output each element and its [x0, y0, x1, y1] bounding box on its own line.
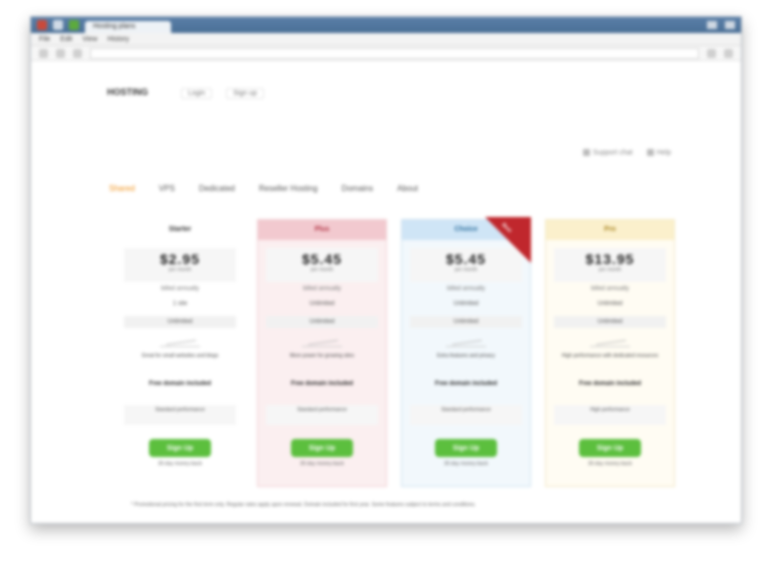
- plan-row: Unlimited: [597, 301, 623, 307]
- billing-note: billed annually: [302, 286, 342, 292]
- plan-row: Unlimited: [124, 316, 236, 328]
- plan-highlight: Free domain included: [434, 381, 497, 387]
- maximize-window-icon[interactable]: [69, 20, 79, 30]
- support-chat-link[interactable]: Support chat: [582, 149, 633, 157]
- billing-note: billed annually: [160, 286, 200, 292]
- nav-item-domains[interactable]: Domains: [342, 184, 374, 193]
- signup-button[interactable]: Sign Up: [291, 439, 353, 457]
- price-box: $5.45 per month: [266, 248, 378, 282]
- help-icon: [646, 149, 654, 156]
- signup-link[interactable]: Sign up: [226, 88, 264, 99]
- plan-description: More power for growing sites: [289, 353, 355, 359]
- performance-graph-icon: [160, 332, 200, 347]
- best-value-ribbon: [485, 217, 531, 263]
- cta-note: 30-day money-back: [158, 461, 202, 467]
- price-suffix: per month: [168, 267, 192, 273]
- price-suffix: per month: [598, 267, 622, 273]
- plan-description: High performance with dedicated resource…: [561, 353, 659, 359]
- reload-icon[interactable]: [73, 48, 82, 58]
- browser-toolbar: [31, 46, 741, 61]
- plan-price: $13.95: [585, 251, 635, 267]
- price-suffix: per month: [454, 267, 478, 273]
- plan-description: Great for small websites and blogs: [141, 353, 219, 359]
- price-box: $2.95 per month: [124, 248, 236, 282]
- menu-item[interactable]: File: [39, 36, 50, 43]
- cta-note: 30-day money-back: [444, 461, 488, 467]
- page-content: HOSTING Login Sign up Support chat Help …: [31, 61, 741, 523]
- settings-icon[interactable]: [724, 48, 733, 58]
- performance-graph-icon: [302, 332, 342, 347]
- signup-button[interactable]: Sign Up: [435, 439, 497, 457]
- price-box: $13.95 per month: [554, 248, 666, 282]
- plan-feature: Standard performance: [266, 405, 378, 425]
- plan-row: Unlimited: [309, 301, 335, 307]
- plan-feature: Standard performance: [124, 405, 236, 425]
- help-link[interactable]: Help: [646, 149, 671, 157]
- plan-row: Unlimited: [554, 316, 666, 328]
- cta-note: 30-day money-back: [300, 461, 344, 467]
- main-nav: Shared VPS Dedicated Reseller Hosting Do…: [109, 184, 418, 193]
- plan-row: Unlimited: [266, 316, 378, 328]
- minimize-window-icon[interactable]: [53, 20, 63, 30]
- plan-row: 1 site: [172, 301, 188, 307]
- top-right-links: Support chat Help: [582, 149, 671, 157]
- plan-highlight: Free domain included: [290, 381, 353, 387]
- nav-item-about[interactable]: About: [397, 184, 418, 193]
- forward-icon[interactable]: [56, 48, 65, 58]
- plan-card-starter: Starter $2.95 per month billed annually …: [115, 219, 245, 487]
- cta-note: 30-day money-back: [588, 461, 632, 467]
- signup-button[interactable]: Sign Up: [149, 439, 211, 457]
- pricing-plans: Starter $2.95 per month billed annually …: [115, 217, 675, 489]
- nav-item-reseller[interactable]: Reseller Hosting: [259, 184, 318, 193]
- browser-tab[interactable]: Hosting plans: [85, 21, 171, 33]
- performance-graph-icon: [446, 332, 486, 347]
- plan-card-pro: Pro $13.95 per month billed annually Unl…: [545, 219, 675, 487]
- address-bar[interactable]: [90, 47, 699, 59]
- nav-item-dedicated[interactable]: Dedicated: [199, 184, 235, 193]
- window-control-icon[interactable]: [707, 21, 717, 29]
- plan-highlight: Free domain included: [148, 381, 211, 387]
- plan-description: Extra features and privacy: [436, 353, 496, 359]
- plan-row: Unlimited: [410, 316, 522, 328]
- plan-name: Starter: [168, 226, 192, 233]
- plan-feature: Standard performance: [410, 405, 522, 425]
- plan-name: Pro: [546, 220, 674, 240]
- menu-item[interactable]: View: [82, 36, 97, 43]
- bookmark-icon[interactable]: [707, 48, 716, 58]
- auth-links: Login Sign up: [181, 88, 264, 99]
- performance-graph-icon: [590, 332, 630, 347]
- login-link[interactable]: Login: [181, 88, 213, 99]
- plan-highlight: Free domain included: [578, 381, 641, 387]
- help-label: Help: [656, 149, 671, 157]
- back-icon[interactable]: [39, 48, 48, 58]
- billing-note: billed annually: [590, 286, 630, 292]
- browser-window: Hosting plans File Edit View History HOS…: [30, 16, 742, 524]
- signup-button[interactable]: Sign Up: [579, 439, 641, 457]
- menu-item[interactable]: Edit: [60, 36, 72, 43]
- chat-icon: [582, 149, 590, 156]
- plan-price: $2.95: [159, 251, 201, 267]
- price-suffix: per month: [310, 267, 334, 273]
- close-window-icon[interactable]: [37, 20, 47, 30]
- plan-card-plus: Plus $5.45 per month billed annually Unl…: [257, 219, 387, 487]
- window-control-icon[interactable]: [725, 21, 735, 29]
- plan-name: Plus: [258, 220, 386, 240]
- nav-item-vps[interactable]: VPS: [159, 184, 175, 193]
- plan-price: $5.45: [301, 251, 343, 267]
- title-bar: Hosting plans: [31, 17, 741, 33]
- pricing-footnote: * Promotional pricing for the first term…: [131, 502, 476, 508]
- nav-item-shared[interactable]: Shared: [109, 184, 135, 193]
- site-logo[interactable]: HOSTING: [107, 87, 148, 97]
- plan-row: Unlimited: [453, 301, 479, 307]
- support-chat-label: Support chat: [592, 149, 633, 157]
- menu-item[interactable]: History: [107, 36, 129, 43]
- menu-bar: File Edit View History: [31, 33, 741, 46]
- plan-feature: High performance: [554, 405, 666, 425]
- billing-note: billed annually: [446, 286, 486, 292]
